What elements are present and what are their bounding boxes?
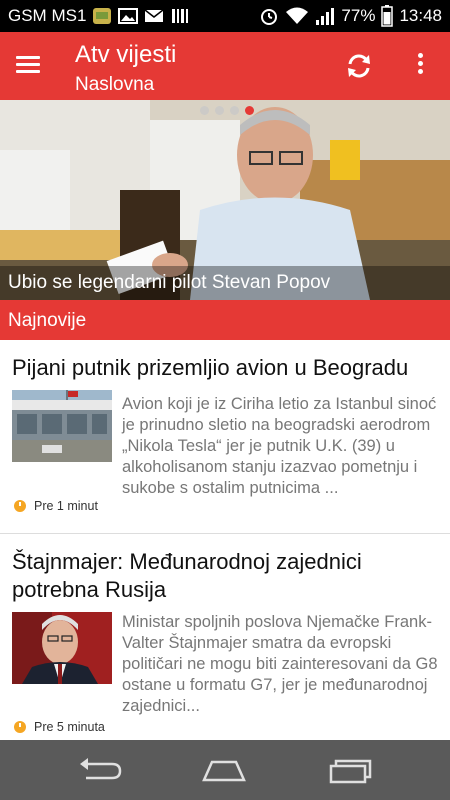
barcode-icon: [172, 9, 189, 23]
status-bar: GSM MS1 77% 13:48: [0, 0, 450, 32]
clock-icon: [14, 721, 26, 733]
article-summary: Ministar spoljnih poslova Njemačke Frank…: [122, 613, 438, 715]
article-thumbnail: [12, 612, 112, 684]
page-subtitle: Naslovna: [75, 74, 155, 95]
section-header: Najnovije: [0, 300, 450, 340]
overflow-menu-button[interactable]: [410, 50, 430, 82]
featured-caption: Ubio se legendarni pilot Stevan Popov: [0, 266, 450, 300]
image-icon: [118, 8, 139, 24]
battery-icon: [381, 5, 394, 27]
app-bar: Atv vijesti Naslovna: [0, 32, 450, 100]
menu-icon: [16, 56, 40, 59]
navigation-bar: [0, 740, 450, 800]
battery-percent: 77%: [341, 6, 376, 25]
wifi-icon: [286, 7, 309, 24]
article-headline: Štajnmajer: Međunarodnoj zajednici potre…: [12, 549, 362, 602]
article-item[interactable]: Pijani putnik prizemljio avion u Beograd…: [0, 340, 450, 533]
clock-icon: [14, 500, 26, 512]
home-icon[interactable]: [200, 754, 248, 786]
article-headline: Pijani putnik prizemljio avion u Beograd…: [12, 355, 409, 380]
article-timestamp: Pre 1 minut: [14, 499, 98, 513]
slider-dot-active[interactable]: [245, 106, 254, 115]
back-icon[interactable]: [76, 754, 124, 786]
article-thumbnail: [12, 390, 112, 462]
article-summary: Avion koji je iz Ciriha letio za Istanbu…: [122, 395, 437, 497]
app-title: Atv vijesti: [75, 41, 177, 68]
menu-button[interactable]: [16, 52, 46, 80]
featured-slider[interactable]: Ubio se legendarni pilot Stevan Popov: [0, 100, 450, 300]
app-notification-icon: [93, 8, 112, 24]
article-item[interactable]: Štajnmajer: Međunarodnoj zajednici potre…: [0, 534, 450, 740]
slider-pagination: [200, 106, 254, 115]
article-timestamp: Pre 5 minuta: [14, 720, 105, 734]
carrier-label: GSM MS1: [8, 6, 87, 25]
slider-dot[interactable]: [200, 106, 209, 115]
slider-dot[interactable]: [215, 106, 224, 115]
article-time-label: Pre 5 minuta: [34, 720, 105, 734]
recent-apps-icon[interactable]: [327, 754, 375, 786]
refresh-icon[interactable]: [343, 50, 375, 82]
signal-icon: [316, 8, 335, 25]
slider-dot[interactable]: [230, 106, 239, 115]
mail-icon: [144, 9, 164, 22]
system-icons: 77% 13:48: [259, 0, 442, 32]
alarm-icon: [261, 9, 278, 25]
article-time-label: Pre 1 minut: [34, 499, 98, 513]
clock-time: 13:48: [399, 6, 442, 25]
notification-icons: [92, 7, 190, 25]
